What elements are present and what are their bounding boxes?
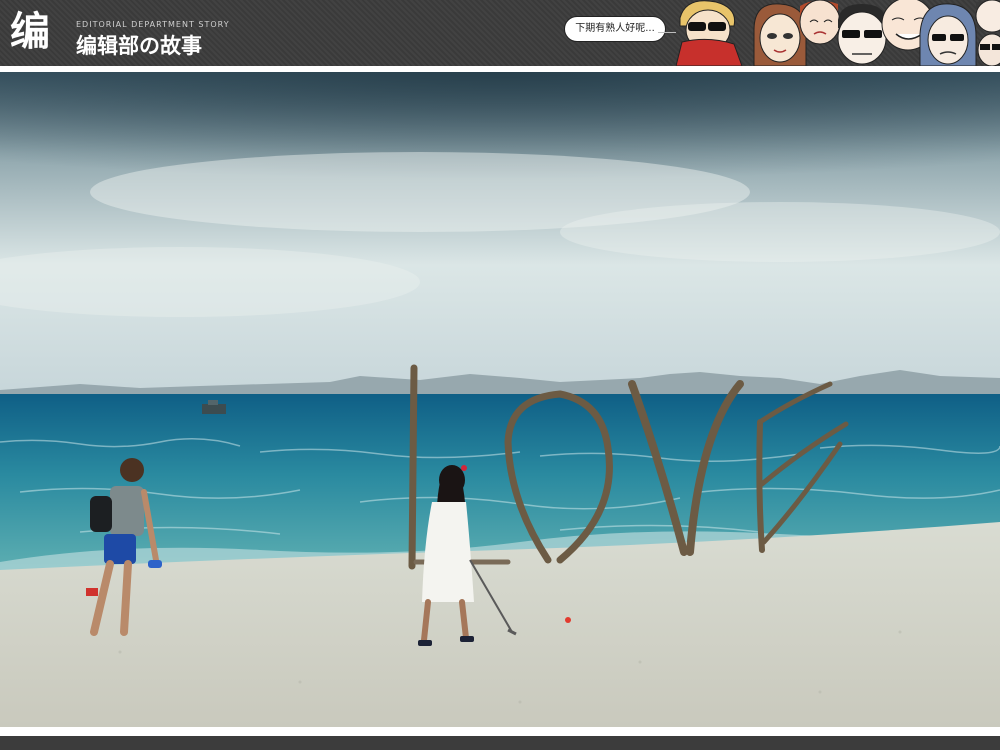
- letter-l: [408, 364, 418, 570]
- footer-divider: [0, 727, 1000, 736]
- cartoon-face-7: [975, 0, 1000, 66]
- speech-bubble-tail: [658, 32, 676, 33]
- cartoon-face-3: [799, 0, 841, 45]
- header-bar: 编 EDITORIAL DEPARTMENT STORY 编辑部の故事 下期有熟…: [0, 0, 1000, 66]
- cartoon-face-4: [837, 4, 887, 65]
- logo-chinese-title: 编辑部の故事: [76, 34, 202, 58]
- cartoon-face-6: [919, 3, 977, 66]
- cartoon-faces-banner: [676, 0, 1000, 66]
- speech-bubble: 下期有熟人好呢...: [564, 16, 666, 42]
- beach-scene: [0, 72, 1000, 727]
- footer-bar: [0, 736, 1000, 750]
- logo-mark: 编: [10, 9, 50, 55]
- cartoon-face-2: [753, 3, 807, 66]
- cartoon-face-1: [676, 0, 743, 66]
- logo-english-title: EDITORIAL DEPARTMENT STORY: [76, 20, 230, 29]
- red-object-on-sand: [565, 617, 571, 623]
- beach-love-photo: [0, 72, 1000, 727]
